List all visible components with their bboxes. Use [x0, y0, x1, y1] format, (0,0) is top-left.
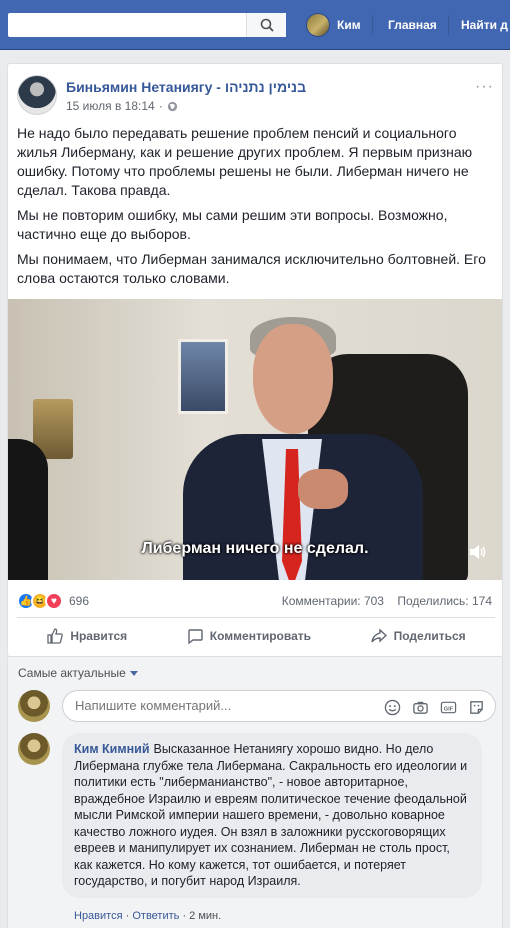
- thumbs-up-icon: [47, 627, 64, 644]
- profile-link[interactable]: Ким: [306, 13, 361, 37]
- gif-icon[interactable]: GIF: [439, 698, 457, 716]
- divider: [372, 15, 373, 35]
- comment-composer: GIF: [62, 690, 496, 722]
- home-link[interactable]: Главная: [388, 13, 437, 37]
- comment-text: Высказанное Нетаниягу хорошо видно. Но д…: [74, 742, 468, 888]
- comment-button[interactable]: Комментировать: [186, 627, 311, 645]
- like-button[interactable]: Нравится: [46, 627, 127, 645]
- sticker-icon[interactable]: [467, 698, 485, 716]
- share-button[interactable]: Поделиться: [370, 627, 466, 645]
- share-icon: [370, 627, 387, 643]
- comment-bubble: Ким Кимний Высказанное Нетаниягу хорошо в…: [62, 733, 482, 898]
- svg-text:GIF: GIF: [443, 706, 453, 712]
- shares-count-link[interactable]: Поделились: 174: [397, 594, 492, 608]
- reactions-summary[interactable]: 👍 😆 ♥ 696: [17, 592, 89, 610]
- caret-down-icon: [129, 670, 138, 676]
- like-label: Нравится: [70, 628, 128, 643]
- comment-label: Комментировать: [209, 628, 311, 643]
- post-stats: Комментарии: 703 Поделились: 174: [282, 594, 492, 608]
- search-icon: [260, 18, 274, 32]
- sort-label: Самые актуальные: [18, 666, 126, 680]
- avatar[interactable]: [18, 733, 50, 765]
- camera-icon[interactable]: [411, 698, 429, 716]
- post-meta: 15 июля в 18:14 ·: [66, 99, 178, 113]
- comment-time[interactable]: 2 мин.: [189, 910, 221, 922]
- post-actions: Нравится Комментировать Поделиться: [17, 617, 495, 653]
- volume-icon[interactable]: [468, 543, 488, 561]
- more-options-icon[interactable]: ···: [475, 78, 494, 96]
- search-button[interactable]: [246, 13, 286, 37]
- globe-icon: [167, 101, 177, 111]
- comment-like-link[interactable]: Нравится: [74, 910, 123, 922]
- comment-input[interactable]: [75, 698, 275, 713]
- comment-author-link[interactable]: Ким Кимний: [74, 742, 150, 756]
- separator-dot: ·: [158, 99, 163, 113]
- post-paragraph: Мы понимаем, что Либерман занимался искл…: [17, 251, 486, 286]
- video-subtitle: Либерман ничего не сделал.: [141, 540, 369, 557]
- reaction-count: 696: [69, 594, 90, 608]
- video-speaker-hand: [298, 469, 348, 509]
- comment-actions: Нравится · Ответить · 2 мин.: [74, 910, 221, 922]
- video-framed-photo: [178, 339, 228, 414]
- page-avatar[interactable]: [17, 75, 57, 115]
- share-label: Поделиться: [393, 628, 466, 643]
- divider: [448, 15, 449, 35]
- separator-dot: ·: [182, 910, 187, 922]
- emoji-icon[interactable]: [383, 698, 401, 716]
- separator-dot: ·: [125, 910, 130, 922]
- page-name-link[interactable]: Биньямин Нетаниягу - בנימין נתניהו: [66, 79, 306, 95]
- avatar: [306, 13, 330, 37]
- post-text: Не надо было передавать решение проблем …: [17, 124, 497, 294]
- video-speaker-head: [253, 324, 333, 434]
- video-player[interactable]: Либерман ничего не сделал.: [8, 299, 502, 580]
- top-navigation-bar: Ким Главная Найти д: [0, 0, 510, 50]
- find-friends-link[interactable]: Найти д: [461, 13, 508, 37]
- post-timestamp[interactable]: 15 июля в 18:14: [66, 99, 155, 113]
- comments-section: Самые актуальные GIF Ким КимнийВысказанн…: [7, 657, 503, 928]
- love-reaction-icon: ♥: [45, 592, 63, 610]
- profile-name: Ким: [337, 18, 361, 32]
- video-person-left: [8, 439, 48, 580]
- post-card: Биньямин Нетаниягу - בנימין נתניהו 15 ию…: [7, 63, 503, 657]
- comments-count-link[interactable]: Комментарии: 703: [282, 594, 384, 608]
- post-paragraph: Мы не повторим ошибку, мы сами решим эти…: [17, 207, 448, 242]
- search-input[interactable]: [8, 13, 286, 37]
- comment-reply-link[interactable]: Ответить: [132, 910, 179, 922]
- comment-sort-dropdown[interactable]: Самые актуальные: [18, 666, 138, 680]
- avatar[interactable]: [18, 690, 50, 722]
- post-paragraph: Не надо было передавать решение проблем …: [17, 125, 473, 198]
- composer-icons: GIF: [383, 698, 485, 716]
- comment-icon: [188, 628, 203, 644]
